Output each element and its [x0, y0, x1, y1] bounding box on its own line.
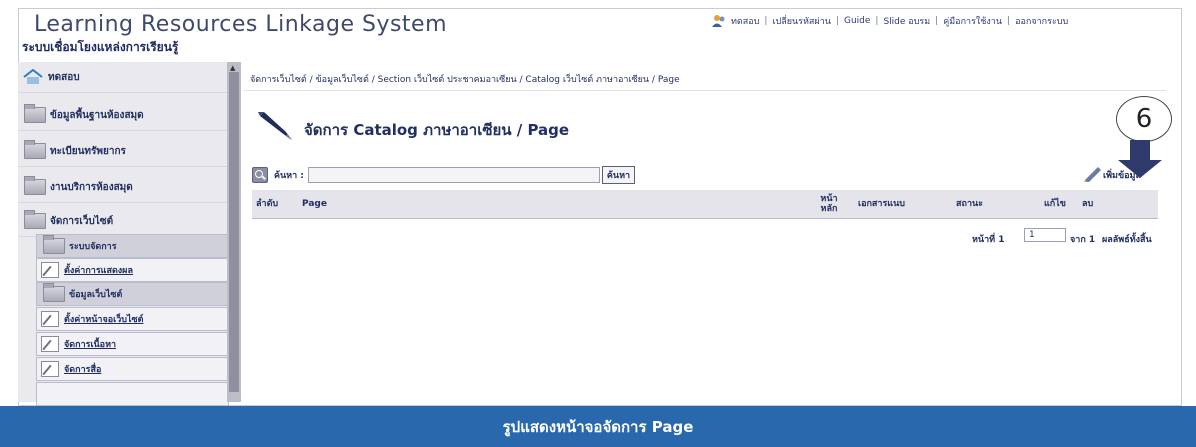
- sidebar-subitem-label: จัดการสื่อ: [64, 365, 102, 375]
- link-logout[interactable]: ออกจากระบบ: [1015, 14, 1068, 28]
- link-change-password[interactable]: เปลี่ยนรหัสผ่าน: [772, 14, 830, 28]
- edit-icon: [41, 336, 59, 352]
- column-header[interactable]: ลำดับ: [256, 190, 278, 218]
- sidebar-subitem-media[interactable]: จัดการสื่อ: [36, 357, 229, 381]
- sidebar-subitem-label: ระบบจัดการ: [69, 242, 117, 252]
- search-button[interactable]: ค้นหา: [601, 166, 636, 184]
- link-separator: |: [835, 16, 839, 26]
- sidebar-subitem-system[interactable]: ระบบจัดการ: [36, 234, 229, 258]
- page-number-input[interactable]: 1: [1024, 228, 1066, 242]
- breadcrumb: จัดการเว็บไซต์ / ข้อมูลเว็บไซต์ / Sectio…: [250, 75, 680, 85]
- folder-icon: [43, 235, 65, 254]
- arrow-down-icon: [1118, 140, 1162, 178]
- link-separator: |: [875, 16, 879, 26]
- pencil-icon[interactable]: [1082, 164, 1104, 182]
- divider: [244, 90, 1166, 91]
- sidebar-item-library-data[interactable]: ข้อมูลพื้นฐานห้องสมุด: [18, 100, 227, 131]
- sidebar-item-resources[interactable]: ทะเบียนทรัพยากร: [18, 136, 227, 167]
- sidebar-item-user[interactable]: ทดสอบ: [18, 62, 227, 93]
- search-input[interactable]: [307, 167, 600, 183]
- link-separator: |: [935, 16, 939, 26]
- search-label: ค้นหา :: [274, 171, 304, 181]
- sidebar-subitem-label: ตั้งค่าหน้าจอเว็บไซต์: [64, 315, 144, 325]
- caption: รูปแสดงหน้าจอจัดการ Page: [502, 417, 694, 436]
- link-separator: |: [764, 16, 768, 26]
- search-icon: [252, 167, 268, 183]
- sidebar-item-label: ทดสอบ: [48, 71, 80, 83]
- folder-icon: [24, 140, 46, 159]
- link-user[interactable]: ทดสอบ: [731, 14, 759, 28]
- app-title: Learning Resources Linkage System: [34, 12, 448, 37]
- link-manual[interactable]: คู่มือการใช้งาน: [943, 14, 1002, 28]
- sidebar-item-label: ทะเบียนทรัพยากร: [50, 145, 126, 157]
- sidebar-item-website[interactable]: จัดการเว็บไซต์: [18, 206, 227, 237]
- column-header[interactable]: ลบ: [1082, 190, 1093, 218]
- page-total-label: จาก 1: [1070, 235, 1096, 245]
- sidebar-scrollbar[interactable]: ▲: [227, 62, 241, 402]
- folder-icon: [24, 176, 46, 195]
- sidebar-item-services[interactable]: งานบริการห้องสมุด: [18, 172, 227, 203]
- results-label: ผลลัพธ์ทั้งสิ้น: [1102, 235, 1152, 245]
- sidebar-subitem-content[interactable]: จัดการเนื้อหา: [36, 332, 229, 356]
- link-separator: |: [1007, 16, 1011, 26]
- edit-icon: [41, 262, 59, 278]
- column-header[interactable]: Page: [302, 190, 327, 218]
- sidebar-item-label: งานบริการห้องสมุด: [50, 181, 133, 193]
- column-header[interactable]: แก้ไข: [1044, 190, 1066, 218]
- folder-icon: [24, 104, 46, 123]
- sidebar-subitem-empty: [36, 382, 229, 406]
- link-guide[interactable]: Guide: [844, 16, 870, 26]
- page-title: จัดการ Catalog ภาษาอาเซียน / Page: [304, 121, 570, 139]
- sidebar-subitem-website-data[interactable]: ข้อมูลเว็บไซต์: [36, 282, 229, 306]
- folder-icon: [24, 210, 46, 229]
- user-icon: [712, 15, 725, 27]
- pen-icon: [258, 112, 292, 140]
- edit-icon: [41, 311, 59, 327]
- sidebar-subitem-label: จัดการเนื้อหา: [64, 340, 117, 350]
- link-slide[interactable]: Slide อบรม: [883, 14, 930, 28]
- sidebar-subitem-label: ตั้งค่าการแสดงผล: [64, 266, 133, 276]
- scroll-up-icon[interactable]: ▲: [230, 64, 235, 72]
- page-label: หน้าที่ 1: [972, 235, 1005, 245]
- sidebar-subitem-display-settings[interactable]: ตั้งค่าการแสดงผล: [36, 258, 229, 282]
- column-header[interactable]: หน้า หลัก: [814, 190, 844, 218]
- search-bar: ค้นหา : ค้นหา: [252, 166, 636, 184]
- sidebar: ทดสอบ ข้อมูลพื้นฐานห้องสมุด ทะเบียนทรัพย…: [18, 62, 229, 406]
- caption-bar: รูปแสดงหน้าจอจัดการ Page: [0, 406, 1196, 447]
- column-header[interactable]: สถานะ: [956, 190, 983, 218]
- sidebar-subitem-label: ข้อมูลเว็บไซต์: [69, 290, 123, 300]
- scrollbar-thumb[interactable]: [229, 72, 239, 392]
- sidebar-item-label: ข้อมูลพื้นฐานห้องสมุด: [50, 109, 144, 121]
- top-links: ทดสอบ | เปลี่ยนรหัสผ่าน | Guide | Slide …: [712, 14, 1070, 28]
- sidebar-item-label: จัดการเว็บไซต์: [50, 215, 114, 227]
- edit-icon: [41, 361, 59, 377]
- folder-icon: [43, 283, 65, 302]
- sidebar-subitem-screen-settings[interactable]: ตั้งค่าหน้าจอเว็บไซต์: [36, 307, 229, 331]
- app-subtitle: ระบบเชื่อมโยงแหล่งการเรียนรู้: [22, 40, 179, 54]
- table-header: ลำดับ Page หน้า หลัก เอกสารแนบ สถานะ แก้…: [252, 190, 1158, 219]
- home-icon: [23, 69, 43, 84]
- column-header[interactable]: เอกสารแนบ: [858, 190, 905, 218]
